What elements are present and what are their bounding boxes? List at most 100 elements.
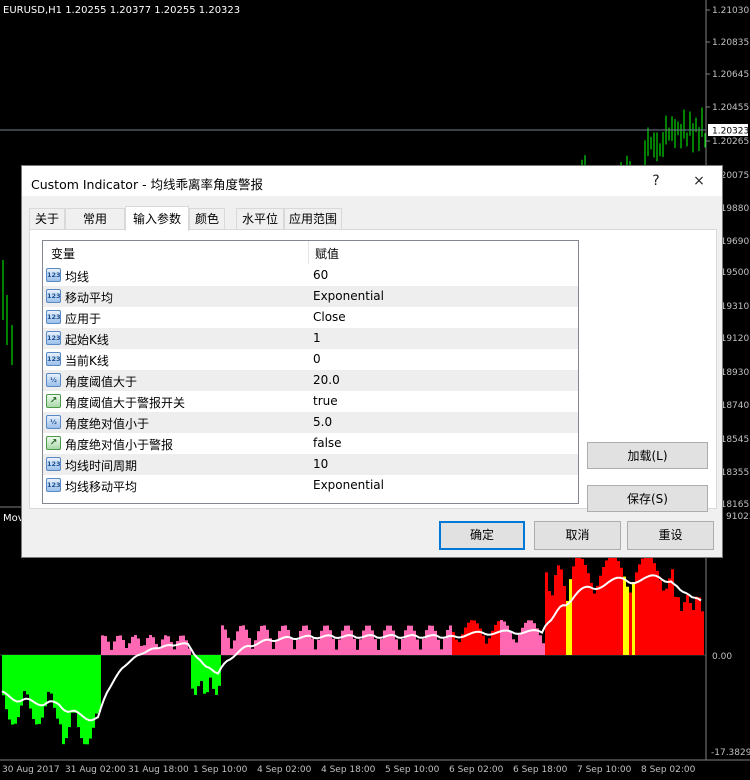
time-tick-label: 7 Sep 10:00 <box>577 765 632 775</box>
histogram-bar <box>395 639 398 655</box>
tab-inputs[interactable]: 输入参数 <box>125 206 189 231</box>
histogram-bar <box>224 629 227 655</box>
histogram-bar <box>596 585 599 655</box>
histogram-bar <box>281 625 284 655</box>
histogram-bar <box>26 655 29 695</box>
histogram-bar <box>191 655 194 689</box>
param-name: 应用于 <box>65 312 102 326</box>
tab-visualization[interactable]: 应用范围 <box>284 208 342 229</box>
table-row[interactable]: ½ 角度绝对值小于 5.0 <box>43 412 578 433</box>
histogram-bar <box>80 655 83 739</box>
param-value[interactable]: 10 <box>313 457 328 471</box>
table-row[interactable]: ↗ 角度阈值大于警报开关 true <box>43 391 578 412</box>
histogram-bar <box>503 621 506 655</box>
histogram-bar <box>287 629 290 655</box>
histogram-bar <box>254 640 257 655</box>
param-name: 移动平均 <box>65 291 114 305</box>
histogram-bar <box>179 635 182 655</box>
histogram-bar <box>293 649 296 655</box>
histogram-bar <box>47 655 50 692</box>
histogram-bar <box>575 555 578 655</box>
ok-button[interactable]: 确定 <box>439 521 525 550</box>
histogram-bar <box>332 638 335 655</box>
histogram-bar <box>629 592 632 655</box>
tab-levels[interactable]: 水平位 <box>236 208 284 229</box>
histogram-bar <box>488 638 491 655</box>
param-value[interactable]: Exponential <box>313 289 384 303</box>
param-value[interactable]: 60 <box>313 268 328 282</box>
histogram-bar <box>485 643 488 655</box>
param-value[interactable]: 5.0 <box>313 415 332 429</box>
histogram-bar <box>338 639 341 655</box>
histogram-bar <box>98 655 101 712</box>
histogram-bar <box>404 630 407 655</box>
time-tick-label: 4 Sep 18:00 <box>321 765 376 775</box>
histogram-bar <box>305 625 308 655</box>
histogram-bar <box>296 639 299 655</box>
histogram-bar <box>344 625 347 655</box>
table-row[interactable]: 123 应用于 Close <box>43 307 578 328</box>
indicator-axis-bottom: -17.38298 <box>711 748 750 758</box>
param-name: 角度阈值大于 <box>65 375 138 389</box>
save-button[interactable]: 保存(S) <box>587 485 708 512</box>
param-value[interactable]: Exponential <box>313 478 384 492</box>
histogram-bar <box>608 556 611 655</box>
time-tick-label: 6 Sep 18:00 <box>513 765 568 775</box>
table-row[interactable]: 123 均线移动平均 Exponential <box>43 475 578 496</box>
tab-common[interactable]: 常用 <box>65 208 125 229</box>
histogram-bar <box>431 625 434 655</box>
histogram-bar <box>323 625 326 655</box>
histogram-bar <box>692 609 695 655</box>
time-tick-label: 30 Aug 2017 <box>2 765 60 775</box>
histogram-bar <box>101 635 104 655</box>
close-icon[interactable]: × <box>687 170 711 192</box>
param-value[interactable]: 20.0 <box>313 373 340 387</box>
histogram-bar <box>242 625 245 655</box>
histogram-bar <box>155 643 158 655</box>
table-row[interactable]: 123 移动平均 Exponential <box>43 286 578 307</box>
histogram-bar <box>467 622 470 655</box>
histogram-bar <box>563 585 566 655</box>
price-tick-label: 1.20265 <box>712 137 749 147</box>
table-row[interactable]: ½ 角度阈值大于 20.0 <box>43 370 578 391</box>
param-value[interactable]: true <box>313 394 338 408</box>
parameters-table[interactable]: 变量 赋值 123 均线 60 123 移动平均 Exponential 123 应用于 Clo… <box>42 240 579 504</box>
histogram-bar <box>683 602 686 655</box>
price-tick-label: 1.21030 <box>712 6 749 16</box>
tab-colors[interactable]: 颜色 <box>189 208 225 229</box>
histogram-bar <box>641 558 644 655</box>
histogram-bar <box>206 655 209 693</box>
table-row[interactable]: 123 起始K线 1 <box>43 328 578 349</box>
dialog-title-bar: Custom Indicator - 均线乖离率角度警报 ? × <box>22 166 722 196</box>
histogram-bar <box>698 597 701 655</box>
histogram-bar <box>5 655 8 710</box>
histogram-bar <box>572 566 575 655</box>
param-value[interactable]: Close <box>313 310 346 324</box>
param-value[interactable]: 1 <box>313 331 321 345</box>
histogram-bar <box>53 655 56 708</box>
table-row[interactable]: 123 当前K线 0 <box>43 349 578 370</box>
table-row[interactable]: ↗ 角度绝对值小于警报 false <box>43 433 578 454</box>
histogram-bar <box>650 557 653 655</box>
histogram-bar <box>623 576 626 655</box>
histogram-bar <box>590 582 593 655</box>
param-value[interactable]: false <box>313 436 342 450</box>
reset-button[interactable]: 重设 <box>627 521 714 550</box>
histogram-bar <box>311 638 314 655</box>
histogram-bar <box>527 620 530 655</box>
histogram-bar <box>317 639 320 655</box>
price-tick-label: 1.20455 <box>712 103 749 113</box>
cancel-button[interactable]: 取消 <box>534 521 621 550</box>
param-value[interactable]: 0 <box>313 352 321 366</box>
histogram-bar <box>335 649 338 655</box>
histogram-bar <box>428 625 431 655</box>
table-row[interactable]: 123 均线时间周期 10 <box>43 454 578 475</box>
load-button[interactable]: 加载(L) <box>587 442 708 469</box>
column-variable[interactable]: 变量 <box>51 245 75 262</box>
help-icon[interactable]: ? <box>644 170 668 192</box>
histogram-bar <box>83 655 86 745</box>
table-row[interactable]: 123 均线 60 <box>43 265 578 286</box>
column-value[interactable]: 赋值 <box>315 245 339 262</box>
histogram-bar <box>569 579 572 655</box>
tab-about[interactable]: 关于 <box>29 208 65 229</box>
